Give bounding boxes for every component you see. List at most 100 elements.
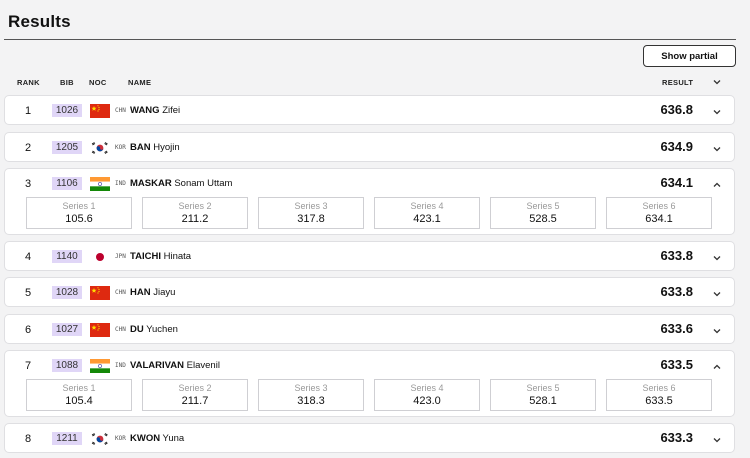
rank-value: 6 — [25, 324, 32, 336]
athlete-surname: VALARIVAN — [130, 360, 185, 371]
noc-code: KOR — [115, 435, 126, 442]
row-summary[interactable]: 3 1106 IND MASKAR Sonam Uttam 634.1 — [5, 169, 734, 199]
rank-value: 7 — [25, 360, 32, 372]
athlete-surname: BAN — [130, 142, 151, 153]
row-summary[interactable]: 8 1211 KOR KWON Yuna 633.3 — [5, 424, 734, 454]
result-row[interactable]: 1 1026 CHN WANG Zifei 636.8 — [4, 95, 735, 125]
series-box: Series 3 318.3 — [258, 379, 364, 411]
result-score: 634.9 — [660, 139, 693, 154]
noc-code: CHN — [115, 326, 126, 333]
row-summary[interactable]: 1 1026 CHN WANG Zifei 636.8 — [5, 96, 734, 126]
result-score: 633.8 — [660, 284, 693, 299]
result-score: 633.6 — [660, 321, 693, 336]
column-header-rank: RANK — [17, 78, 40, 87]
series-value: 633.5 — [645, 395, 673, 407]
chevron-down-icon[interactable] — [711, 251, 723, 263]
series-value: 211.2 — [181, 213, 209, 225]
series-label: Series 4 — [410, 201, 444, 211]
rank-value: 2 — [25, 142, 32, 154]
result-row[interactable]: 3 1106 IND MASKAR Sonam Uttam 634.1 Series 1 1… — [4, 168, 735, 235]
series-label: Series 4 — [410, 383, 444, 393]
athlete-name: TAICHI Hinata — [130, 251, 191, 262]
row-summary[interactable]: 4 1140 JPN TAICHI Hinata 633.8 — [5, 242, 734, 272]
noc-code: JPN — [115, 253, 126, 260]
series-label: Series 1 — [62, 383, 96, 393]
athlete-given-name: Zifei — [162, 105, 181, 116]
flag-jpn-icon — [90, 250, 110, 264]
result-row[interactable]: 2 1205 KOR BAN Hyojin 634.9 — [4, 132, 735, 162]
athlete-surname: HAN — [130, 287, 151, 298]
chevron-down-icon[interactable] — [711, 76, 723, 88]
result-score: 636.8 — [660, 102, 693, 117]
chevron-down-icon[interactable] — [711, 287, 723, 299]
athlete-surname: WANG — [130, 105, 160, 116]
rank-value: 3 — [25, 178, 32, 190]
result-row[interactable]: 4 1140 JPN TAICHI Hinata 633.8 — [4, 241, 735, 271]
series-label: Series 3 — [294, 383, 328, 393]
series-box: Series 6 634.1 — [606, 197, 712, 229]
flag-ind-icon — [90, 359, 110, 373]
column-header-name: NAME — [128, 78, 152, 87]
row-summary[interactable]: 5 1028 CHN HAN Jiayu 633.8 — [5, 278, 734, 308]
bib-badge: 1106 — [52, 177, 82, 190]
bib-badge: 1088 — [52, 359, 82, 372]
athlete-name: DU Yuchen — [130, 324, 178, 335]
column-header-noc: NOC — [89, 78, 107, 87]
result-row[interactable]: 6 1027 CHN DU Yuchen 633.6 — [4, 314, 735, 344]
series-box: Series 6 633.5 — [606, 379, 712, 411]
flag-kor-icon — [90, 432, 110, 446]
series-label: Series 2 — [178, 383, 212, 393]
bib-badge: 1205 — [52, 141, 82, 154]
athlete-name: KWON Yuna — [130, 433, 184, 444]
row-summary[interactable]: 7 1088 IND VALARIVAN Elavenil 633.5 — [5, 351, 734, 381]
athlete-given-name: Yuna — [162, 433, 185, 444]
result-score: 633.3 — [660, 430, 693, 445]
show-partial-button[interactable]: Show partial — [643, 45, 736, 67]
series-label: Series 3 — [294, 201, 328, 211]
athlete-given-name: Elavenil — [186, 360, 220, 371]
series-label: Series 5 — [526, 383, 560, 393]
series-box: Series 1 105.4 — [26, 379, 132, 411]
bib-badge: 1211 — [52, 432, 82, 445]
series-value: 423.1 — [413, 213, 441, 225]
result-score: 633.8 — [660, 248, 693, 263]
title-divider — [4, 39, 736, 40]
athlete-name: VALARIVAN Elavenil — [130, 360, 220, 371]
series-box: Series 1 105.6 — [26, 197, 132, 229]
bib-badge: 1027 — [52, 323, 82, 336]
athlete-surname: TAICHI — [130, 251, 161, 262]
series-value: 105.4 — [65, 395, 93, 407]
chevron-up-icon[interactable] — [711, 360, 723, 372]
series-label: Series 2 — [178, 201, 212, 211]
series-box: Series 4 423.1 — [374, 197, 480, 229]
row-summary[interactable]: 6 1027 CHN DU Yuchen 633.6 — [5, 315, 734, 345]
chevron-up-icon[interactable] — [711, 178, 723, 190]
chevron-down-icon[interactable] — [711, 433, 723, 445]
athlete-given-name: Sonam Uttam — [174, 178, 233, 189]
bib-badge: 1140 — [52, 250, 82, 263]
athlete-surname: MASKAR — [130, 178, 172, 189]
series-label: Series 5 — [526, 201, 560, 211]
chevron-down-icon[interactable] — [711, 142, 723, 154]
result-row[interactable]: 8 1211 KOR KWON Yuna 633.3 — [4, 423, 735, 453]
athlete-name: HAN Jiayu — [130, 287, 175, 298]
chevron-down-icon[interactable] — [711, 105, 723, 117]
series-value: 528.5 — [529, 213, 557, 225]
series-box: Series 4 423.0 — [374, 379, 480, 411]
series-box: Series 5 528.1 — [490, 379, 596, 411]
athlete-given-name: Hyojin — [153, 142, 180, 153]
athlete-given-name: Yuchen — [146, 324, 178, 335]
bib-badge: 1026 — [52, 104, 82, 117]
series-box: Series 3 317.8 — [258, 197, 364, 229]
series-value: 634.1 — [645, 213, 673, 225]
flag-chn-icon — [90, 286, 110, 300]
result-row[interactable]: 5 1028 CHN HAN Jiayu 633.8 — [4, 277, 735, 307]
flag-kor-icon — [90, 141, 110, 155]
noc-code: CHN — [115, 107, 126, 114]
chevron-down-icon[interactable] — [711, 324, 723, 336]
athlete-name: BAN Hyojin — [130, 142, 180, 153]
result-row[interactable]: 7 1088 IND VALARIVAN Elavenil 633.5 Series 1 1… — [4, 350, 735, 417]
result-score: 634.1 — [660, 175, 693, 190]
row-summary[interactable]: 2 1205 KOR BAN Hyojin 634.9 — [5, 133, 734, 163]
rank-value: 1 — [25, 105, 32, 117]
